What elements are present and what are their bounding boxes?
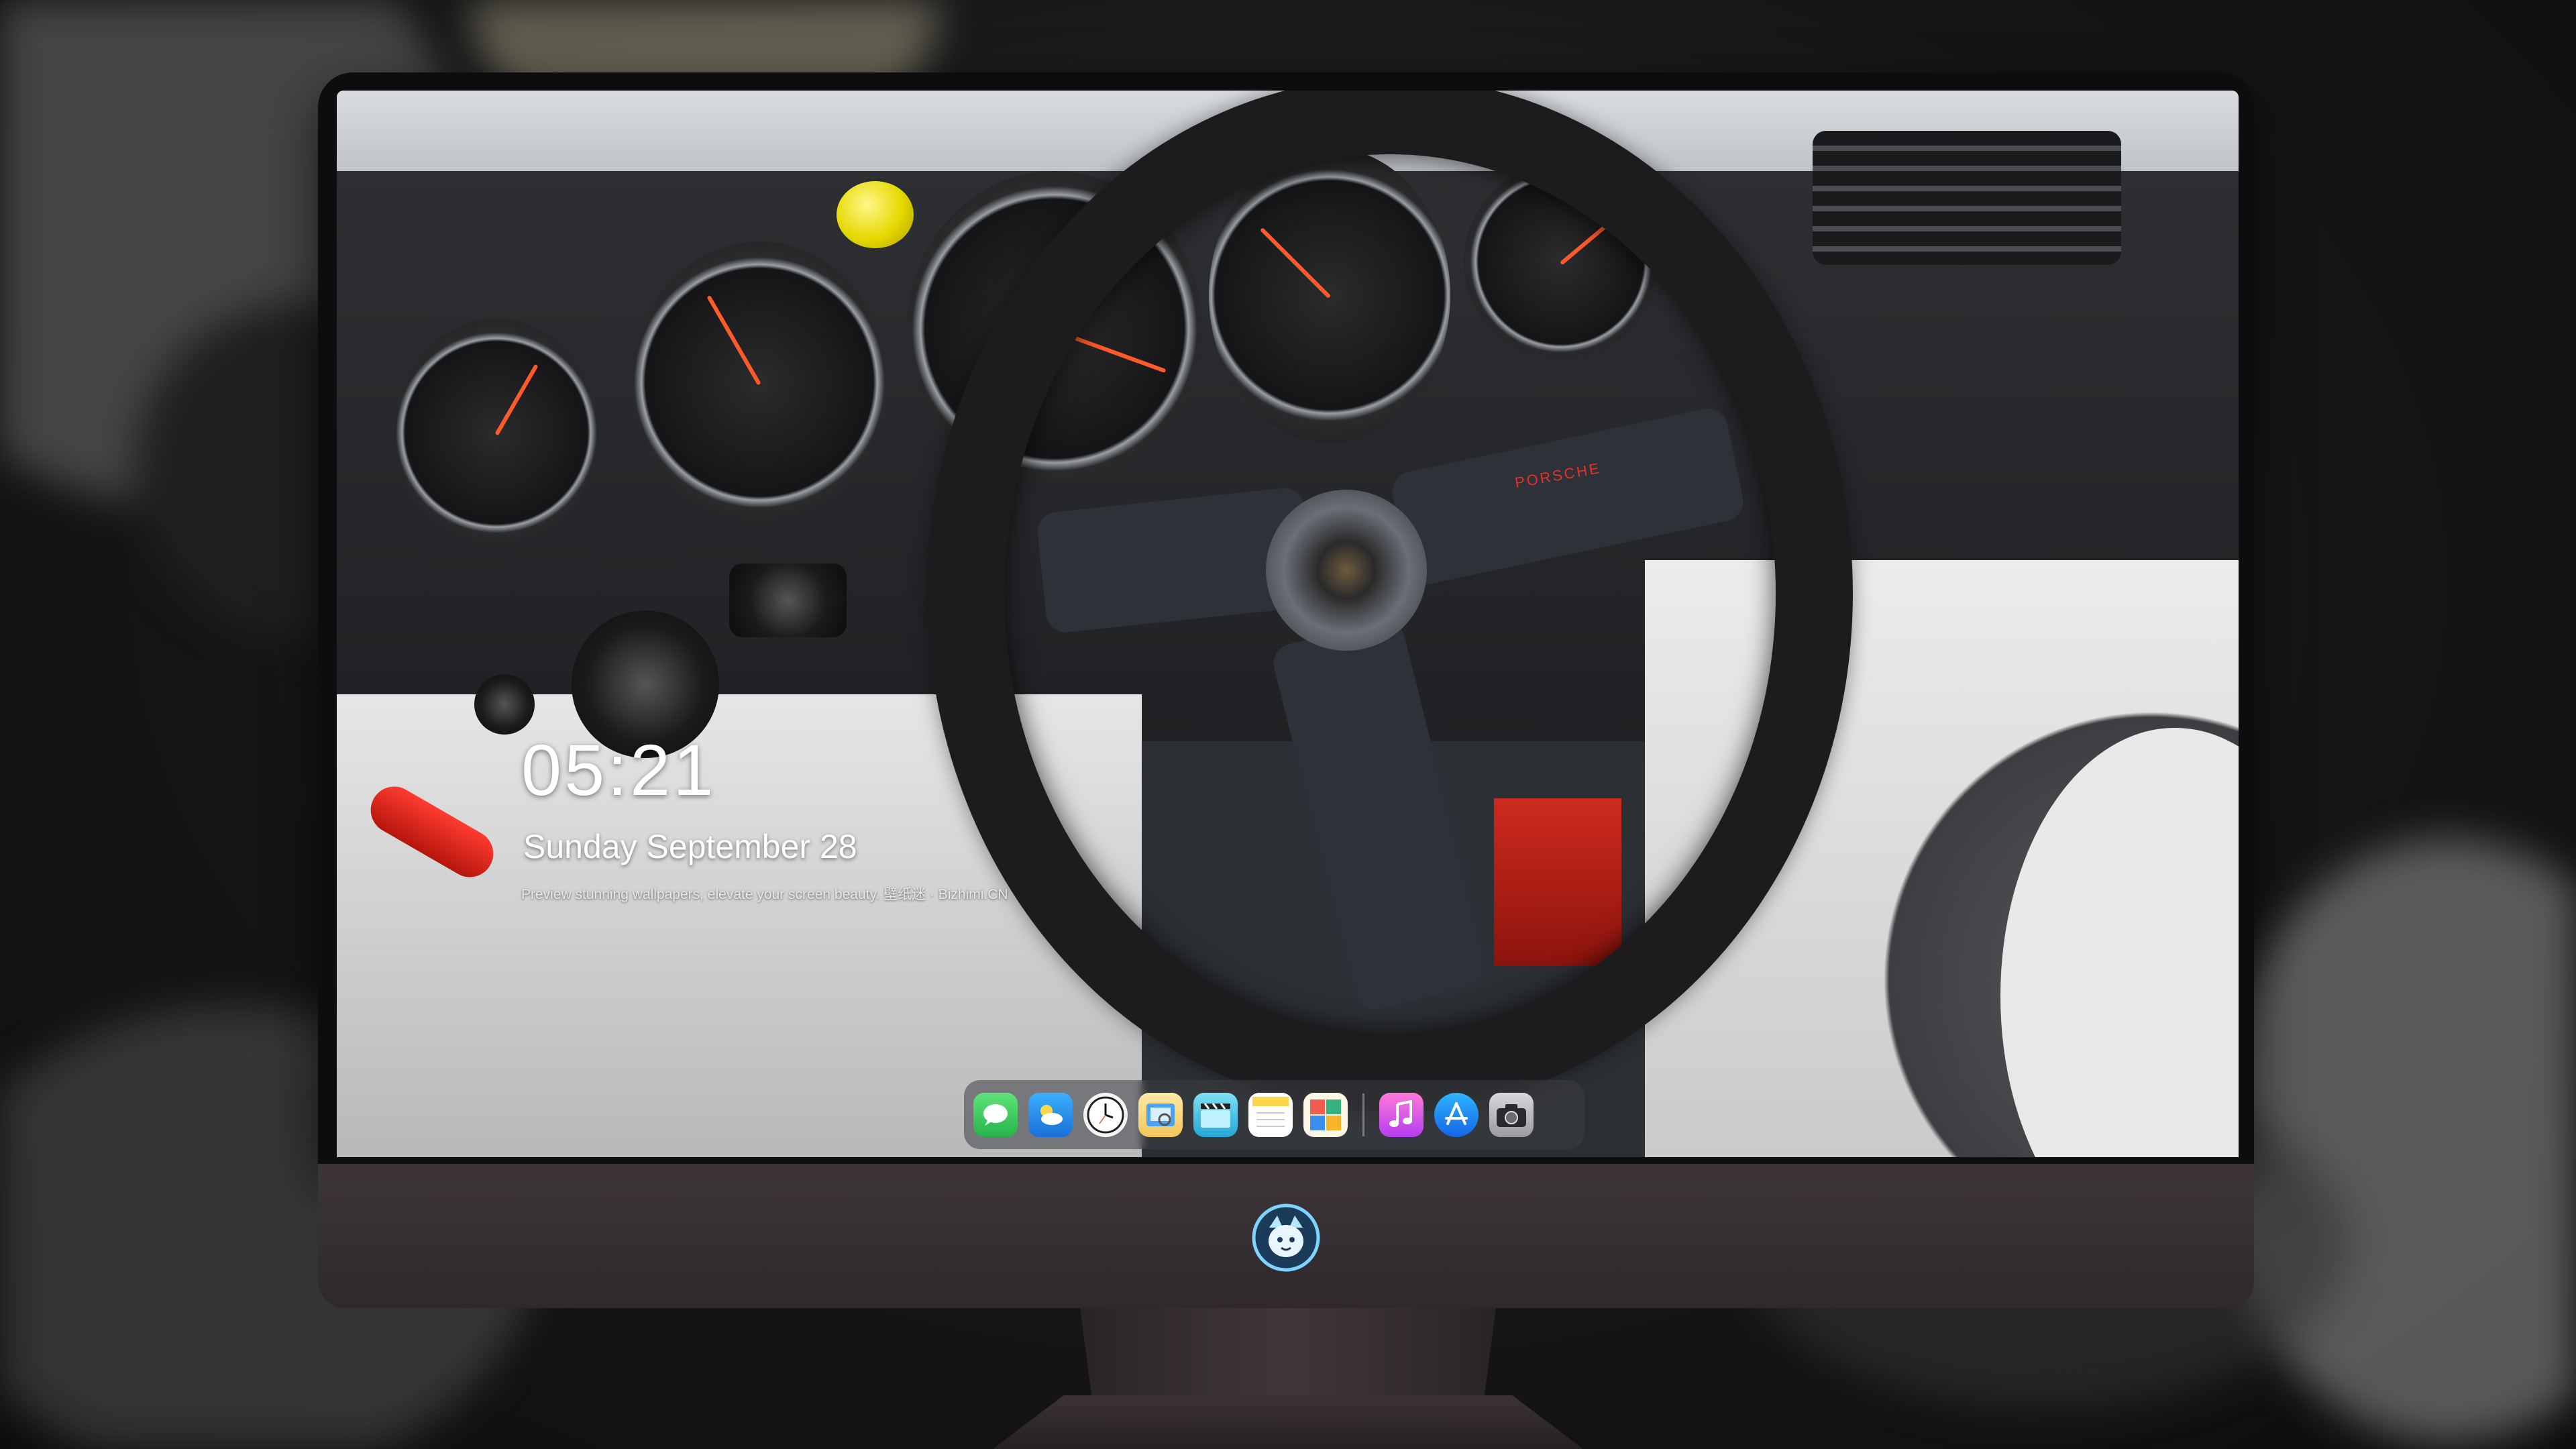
gauge-oil	[396, 319, 597, 547]
music-icon[interactable]	[1379, 1092, 1424, 1137]
app-store-icon[interactable]	[1434, 1092, 1479, 1137]
lockscreen-caption: Preview stunning wallpapers, elevate you…	[521, 887, 1008, 902]
gauge-temp	[632, 241, 887, 523]
clock-icon[interactable]	[1083, 1092, 1128, 1137]
wheel-hub	[1266, 490, 1427, 651]
monitor-stand-foot	[993, 1395, 1583, 1449]
preview-icon[interactable]	[1138, 1092, 1183, 1137]
messages-icon[interactable]	[973, 1092, 1018, 1137]
light-knob	[474, 674, 535, 735]
dock-separator	[1362, 1093, 1364, 1136]
brand-logo-icon	[1249, 1201, 1323, 1275]
weather-icon[interactable]	[1028, 1092, 1073, 1137]
photo-grid-icon[interactable]	[1303, 1092, 1348, 1137]
camera-icon[interactable]	[1489, 1092, 1534, 1137]
clapperboard-icon[interactable]	[1193, 1092, 1238, 1137]
monitor-screen: PORSCHE 05:21 Sunday September 28 Previe…	[337, 91, 2239, 1157]
lockscreen-time: 05:21	[521, 729, 716, 810]
monitor-stand-neck	[1080, 1308, 1496, 1402]
air-vent	[1813, 131, 2121, 265]
stalk	[729, 564, 847, 637]
yellow-knob	[837, 181, 914, 248]
lockscreen-date: Sunday September 28	[523, 828, 857, 865]
dock	[964, 1080, 1585, 1149]
notes-icon[interactable]	[1248, 1092, 1293, 1137]
